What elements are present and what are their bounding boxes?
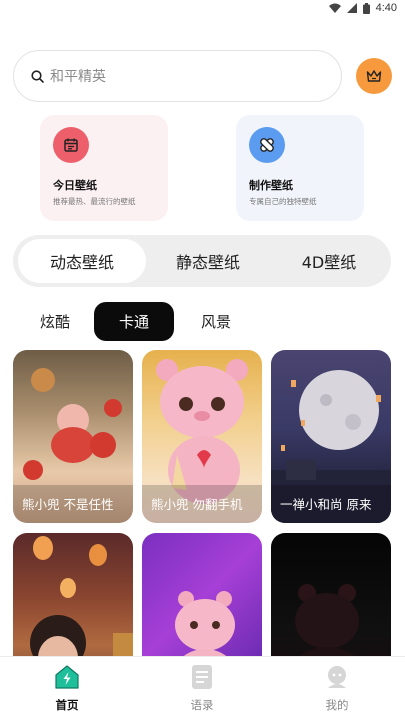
wallpaper-tile[interactable]: 熊小兜 不是任性: [13, 350, 133, 523]
wallpaper-type-tabs: 动态壁纸 静态壁纸 4D壁纸: [13, 235, 391, 287]
wallpaper-tile[interactable]: 一禅小和尚 原来: [271, 350, 391, 523]
nav-profile[interactable]: 我的: [297, 663, 377, 717]
today-wallpaper-title: 今日壁纸: [53, 179, 97, 192]
wallpaper-caption: 熊小兜 不是任性: [22, 497, 114, 512]
status-icons: 4:40: [328, 2, 397, 14]
wallpaper-caption: 熊小兜 勿翻手机: [151, 497, 243, 512]
category-row: 炫酷 卡通 风景: [13, 302, 393, 342]
notes-icon: [188, 663, 216, 691]
status-bar: 4:40: [0, 0, 405, 20]
profile-icon: [323, 663, 351, 691]
wallpaper-caption: 一禅小和尚 原来: [280, 497, 372, 512]
crown-icon: [366, 70, 382, 82]
search-input[interactable]: [50, 65, 330, 89]
wallpaper-tile[interactable]: 熊小兜 勿翻手机: [142, 350, 262, 523]
tab-4d-wallpaper[interactable]: 4D壁纸: [266, 239, 392, 283]
wallpaper-tile[interactable]: [271, 533, 391, 656]
bandage-icon: [249, 127, 285, 163]
battery-icon: [362, 2, 370, 14]
wallpaper-image: [295, 584, 359, 656]
nav-quotes-label: 语录: [190, 698, 214, 712]
wallpaper-image: [175, 591, 235, 656]
signal-icon: [346, 3, 357, 13]
search-box[interactable]: [13, 50, 342, 102]
wallpaper-grid: 熊小兜 不是任性 熊小兜 勿翻手机 一禅小和尚 原来: [13, 350, 393, 656]
tab-static-wallpaper[interactable]: 静态壁纸: [144, 239, 272, 283]
make-wallpaper-desc: 专属自己的独特壁纸: [249, 197, 317, 206]
bottom-nav: 首页 语录 我的: [0, 656, 405, 720]
status-time: 4:40: [375, 2, 397, 14]
category-cool[interactable]: 炫酷: [27, 302, 83, 341]
search-icon: [31, 70, 44, 83]
crown-button[interactable]: [356, 58, 392, 94]
home-icon: [53, 663, 81, 691]
wallpaper-caption-bar: 一禅小和尚 原来: [271, 485, 391, 523]
nav-home[interactable]: 首页: [27, 663, 107, 717]
category-cartoon[interactable]: 卡通: [94, 302, 174, 341]
nav-profile-label: 我的: [325, 698, 349, 712]
wallpaper-caption-bar: 熊小兜 勿翻手机: [142, 485, 262, 523]
tab-dynamic-wallpaper[interactable]: 动态壁纸: [18, 239, 146, 283]
calendar-icon: [53, 127, 89, 163]
category-scenery[interactable]: 风景: [188, 302, 244, 341]
search-row: [13, 48, 393, 104]
wallpaper-tile[interactable]: [13, 533, 133, 656]
nav-home-label: 首页: [55, 698, 79, 712]
make-wallpaper-card[interactable]: 制作壁纸 专属自己的独特壁纸: [236, 115, 364, 221]
today-wallpaper-card[interactable]: 今日壁纸 推荐最热、最流行的壁纸: [40, 115, 168, 221]
wifi-icon: [328, 3, 341, 13]
make-wallpaper-title: 制作壁纸: [249, 179, 293, 192]
wallpaper-image: [30, 536, 133, 656]
today-wallpaper-desc: 推荐最热、最流行的壁纸: [53, 197, 136, 206]
wallpaper-caption-bar: 熊小兜 不是任性: [13, 485, 133, 523]
nav-quotes[interactable]: 语录: [162, 663, 242, 717]
wallpaper-tile[interactable]: [142, 533, 262, 656]
